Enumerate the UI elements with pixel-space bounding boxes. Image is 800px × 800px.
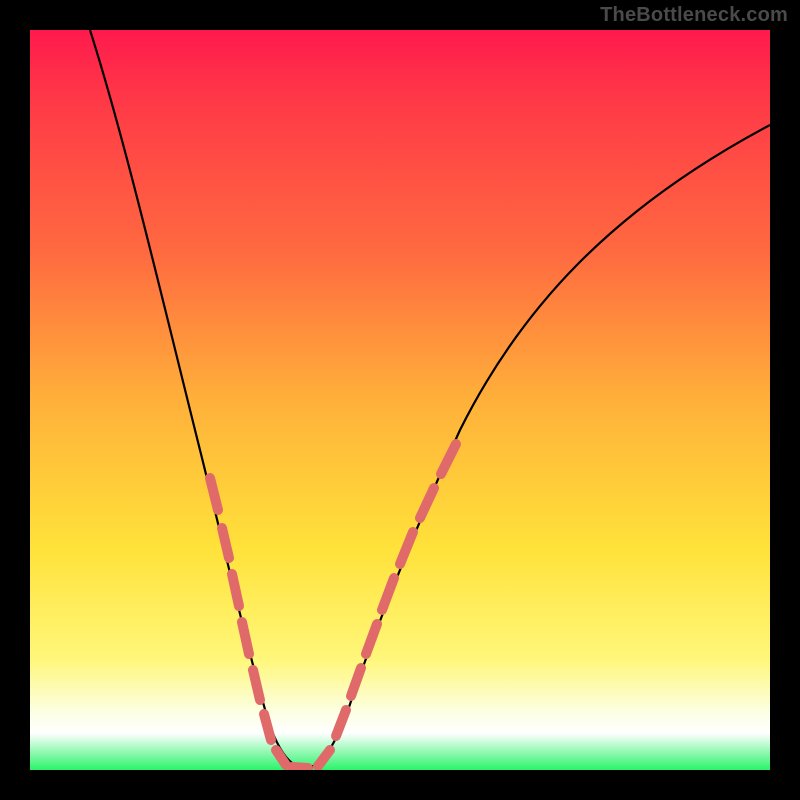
watermark-text: TheBottleneck.com <box>600 4 788 27</box>
curve-path <box>90 30 770 768</box>
plot-area <box>30 30 770 770</box>
right-highlight <box>318 444 456 766</box>
chart-frame: TheBottleneck.com <box>0 0 800 800</box>
bottleneck-curve <box>30 30 770 770</box>
left-highlight <box>210 478 308 768</box>
